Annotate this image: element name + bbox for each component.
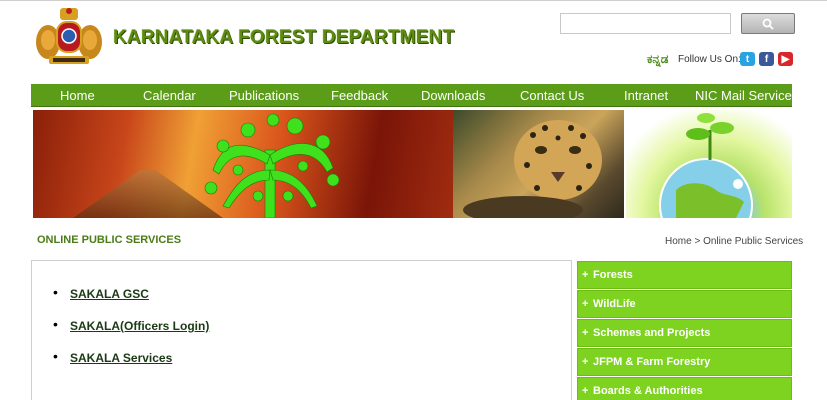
expand-plus-icon: + xyxy=(582,327,589,339)
sakala-officers-login-link[interactable]: SAKALA(Officers Login) xyxy=(70,319,209,333)
nav-publications[interactable]: Publications xyxy=(229,88,299,103)
nav-contact-us[interactable]: Contact Us xyxy=(520,88,584,103)
search-input[interactable] xyxy=(560,13,731,34)
list-item: SAKALA GSC xyxy=(53,284,209,302)
services-panel: SAKALA GSC SAKALA(Officers Login) SAKALA… xyxy=(31,260,572,400)
globe-seedling xyxy=(659,113,753,218)
site-title: KARNATAKA FOREST DEPARTMENT xyxy=(113,27,455,48)
leopard-face xyxy=(463,120,602,218)
search-button[interactable] xyxy=(741,13,795,34)
side-item-boards-authorities[interactable]: + Boards & Authorities xyxy=(577,377,792,400)
follow-us-label: Follow Us On: xyxy=(678,54,741,65)
nav-downloads[interactable]: Downloads xyxy=(421,88,485,103)
expand-plus-icon: + xyxy=(582,298,589,310)
side-item-label: Forests xyxy=(593,269,633,281)
kannada-language-link[interactable]: ಕನ್ನಡ xyxy=(647,52,668,67)
leopard-image xyxy=(453,110,624,218)
services-list: SAKALA GSC SAKALA(Officers Login) SAKALA… xyxy=(53,284,209,381)
page-title: ONLINE PUBLIC SERVICES xyxy=(37,234,182,246)
twitter-icon[interactable]: t xyxy=(740,52,755,66)
side-item-schemes-and-projects[interactable]: + Schemes and Projects xyxy=(577,319,792,347)
breadcrumb: Home > Online Public Services xyxy=(665,236,803,247)
side-item-label: Schemes and Projects xyxy=(593,327,711,339)
search-icon xyxy=(762,18,774,30)
side-item-label: Boards & Authorities xyxy=(593,385,703,397)
autumn-forest-image xyxy=(33,110,453,218)
expand-plus-icon: + xyxy=(582,269,589,281)
facebook-icon[interactable]: f xyxy=(759,52,774,66)
breadcrumb-separator: > xyxy=(691,236,704,247)
breadcrumb-current: Online Public Services xyxy=(703,236,804,247)
side-item-forests[interactable]: + Forests xyxy=(577,261,792,289)
side-item-jfpm-farm-forestry[interactable]: + JFPM & Farm Forestry xyxy=(577,348,792,376)
nav-home[interactable]: Home xyxy=(60,88,95,103)
youtube-icon[interactable]: ▶ xyxy=(778,52,793,66)
side-item-label: WildLife xyxy=(593,298,636,310)
hero-banner xyxy=(33,110,792,218)
karnataka-emblem-logo[interactable] xyxy=(33,2,105,68)
nav-feedback[interactable]: Feedback xyxy=(331,88,388,103)
sakala-gsc-link[interactable]: SAKALA GSC xyxy=(70,287,149,301)
side-menu: + Forests + WildLife + Schemes and Proje… xyxy=(577,261,792,400)
wildlife-tree-graphic xyxy=(204,113,340,218)
expand-plus-icon: + xyxy=(582,385,589,397)
list-item: SAKALA Services xyxy=(53,348,209,366)
nav-nic-mail-service[interactable]: NIC Mail Service xyxy=(695,88,792,103)
list-item: SAKALA(Officers Login) xyxy=(53,316,209,334)
breadcrumb-home-link[interactable]: Home xyxy=(665,236,692,247)
earth-plant-image xyxy=(626,110,792,218)
side-item-label: JFPM & Farm Forestry xyxy=(593,356,711,368)
main-nav: Home Calendar Publications Feedback Down… xyxy=(31,84,792,107)
sakala-services-link[interactable]: SAKALA Services xyxy=(70,351,172,365)
expand-plus-icon: + xyxy=(582,356,589,368)
nav-calendar[interactable]: Calendar xyxy=(143,88,196,103)
nav-intranet[interactable]: Intranet xyxy=(624,88,668,103)
top-border xyxy=(0,0,827,1)
side-item-wildlife[interactable]: + WildLife xyxy=(577,290,792,318)
